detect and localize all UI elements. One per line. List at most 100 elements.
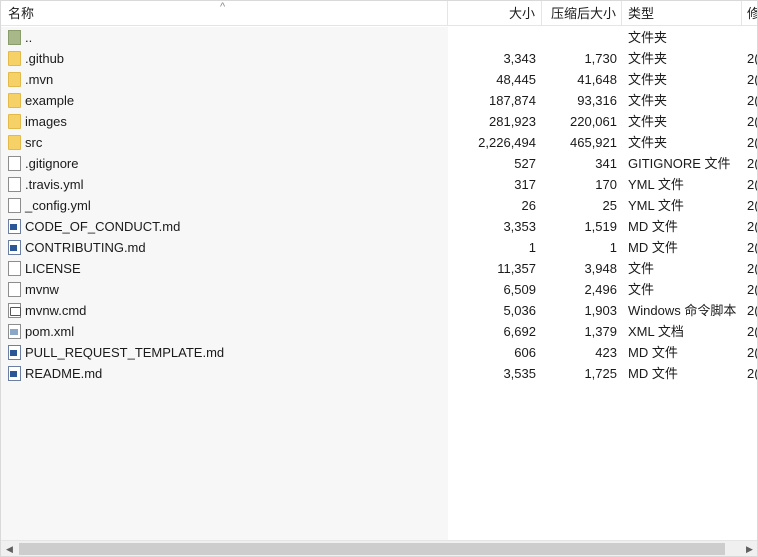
file-size: 3,353 [503, 219, 536, 234]
file-row[interactable]: .gitignore 527 341 GITIGNORE 文件 2( [1, 153, 758, 174]
file-row[interactable]: _config.yml 26 25 YML 文件 2( [1, 195, 758, 216]
scroll-left-icon[interactable]: ◀ [1, 541, 18, 556]
file-icon [8, 261, 21, 276]
file-row[interactable]: .. 文件夹 [1, 27, 757, 48]
file-modified: 2( [747, 72, 758, 87]
file-compressed-size: 220,061 [570, 114, 617, 129]
file-name: PULL_REQUEST_TEMPLATE.md [25, 345, 225, 360]
file-size: 48,445 [496, 72, 536, 87]
file-compressed-size: 1,725 [584, 366, 617, 381]
file-modified: 2( [747, 219, 758, 234]
file-type: 文件夹 [628, 72, 668, 87]
file-size: 11,357 [497, 261, 536, 276]
file-name: src [25, 135, 43, 150]
scrollbar-thumb[interactable] [19, 543, 725, 555]
file-row[interactable]: LICENSE 11,357 3,948 文件 2( [1, 258, 758, 279]
file-compressed-size: 1,379 [584, 324, 617, 339]
column-header-compressed-size[interactable]: 压缩后大小 [542, 1, 622, 26]
file-row[interactable]: .mvn 48,445 41,648 文件夹 2( [1, 69, 758, 90]
folder-icon [8, 51, 21, 66]
file-compressed-size: 1,730 [584, 51, 617, 66]
file-type: 文件夹 [628, 135, 668, 150]
file-name: .mvn [25, 72, 54, 87]
file-row[interactable]: images 281,923 220,061 文件夹 2( [1, 111, 757, 132]
file-name: example [25, 93, 75, 108]
file-row[interactable]: mvnw.cmd 5,036 1,903 Windows 命令脚本 2( [1, 300, 757, 321]
file-size: 6,692 [503, 324, 536, 339]
file-modified: 2( [747, 324, 758, 339]
file-compressed-size: 3,948 [584, 261, 617, 276]
file-type: XML 文档 [628, 324, 684, 339]
column-header-modified[interactable]: 修 [742, 1, 757, 26]
file-size: 527 [514, 156, 536, 171]
file-type: 文件 [628, 282, 655, 297]
column-header-size[interactable]: 大小 [448, 1, 542, 26]
file-compressed-size: 93,316 [577, 93, 617, 108]
file-modified: 2( [747, 177, 758, 192]
file-compressed-size: 465,921 [570, 135, 617, 150]
file-row[interactable]: pom.xml 6,692 1,379 XML 文档 2( [1, 321, 758, 342]
file-compressed-size: 25 [602, 198, 617, 213]
file-row[interactable]: example 187,874 93,316 文件夹 2( [1, 90, 757, 111]
file-row[interactable]: .github 3,343 1,730 文件夹 2( [1, 48, 757, 69]
file-size: 606 [514, 345, 536, 360]
doc-icon [8, 345, 21, 360]
file-size: 6,509 [503, 282, 536, 297]
file-size: 187,874 [489, 93, 536, 108]
file-modified: 2( [747, 366, 758, 381]
file-row[interactable]: CONTRIBUTING.md 1 1 MD 文件 2( [1, 237, 758, 258]
file-modified: 2( [747, 240, 758, 255]
file-size: 5,036 [503, 303, 536, 318]
file-compressed-size: 41,648 [577, 72, 617, 87]
file-row[interactable]: README.md 3,535 1,725 MD 文件 2( [1, 363, 758, 384]
file-name: CODE_OF_CONDUCT.md [25, 219, 181, 234]
file-row[interactable]: src 2,226,494 465,921 文件夹 2( [1, 132, 757, 153]
file-type: YML 文件 [628, 177, 684, 192]
file-name: .gitignore [25, 156, 79, 171]
file-name: .github [25, 51, 65, 66]
horizontal-scrollbar[interactable]: ◀ ▶ [1, 540, 757, 556]
file-list[interactable]: .. 文件夹 .github 3,343 1,730 文件夹 2(.mvn 48,445 41,… [1, 27, 758, 540]
file-compressed-size: 170 [595, 177, 617, 192]
file-row[interactable]: PULL_REQUEST_TEMPLATE.md 606 423 MD 文件 2( [1, 342, 757, 363]
folder-icon [8, 135, 21, 150]
file-name: images [25, 114, 67, 129]
file-row[interactable]: mvnw 6,509 2,496 文件 2( [1, 279, 757, 300]
column-header-type[interactable]: 类型 [622, 1, 742, 26]
file-compressed-size: 1 [609, 240, 617, 255]
file-modified: 2( [747, 261, 758, 276]
xml-icon [8, 324, 21, 339]
file-size: 3,343 [503, 51, 536, 66]
archive-file-list-window: 名称 ^ 大小 压缩后大小 类型 修 .. 文件夹 .github 3,343 1,730… [0, 0, 758, 557]
file-row[interactable]: CODE_OF_CONDUCT.md 3,353 1,519 MD 文件 2( [1, 216, 758, 237]
file-row[interactable]: .travis.yml 317 170 YML 文件 2( [1, 174, 758, 195]
file-type: MD 文件 [628, 219, 678, 234]
file-size: 26 [521, 198, 536, 213]
file-type: 文件夹 [628, 114, 668, 129]
file-type: MD 文件 [628, 240, 678, 255]
file-modified: 2( [747, 156, 758, 171]
file-size: 1 [528, 240, 536, 255]
folder-up-icon [8, 30, 21, 45]
file-compressed-size: 2,496 [584, 282, 617, 297]
file-icon [8, 282, 21, 297]
doc-icon [8, 219, 21, 234]
folder-icon [8, 72, 21, 87]
file-name: mvnw [25, 282, 59, 297]
file-size: 281,923 [489, 114, 536, 129]
column-header-name[interactable]: 名称 ^ [1, 1, 448, 26]
file-type: MD 文件 [628, 366, 678, 381]
file-size: 3,535 [503, 366, 536, 381]
file-modified: 2( [747, 198, 758, 213]
file-compressed-size: 1,903 [584, 303, 617, 318]
file-size: 317 [514, 177, 536, 192]
file-type: Windows 命令脚本 [628, 303, 737, 318]
file-name: .. [25, 30, 33, 45]
scroll-right-icon[interactable]: ▶ [741, 541, 757, 556]
file-type: YML 文件 [628, 198, 684, 213]
file-name: mvnw.cmd [25, 303, 87, 318]
file-size: 2,226,494 [478, 135, 536, 150]
file-name: pom.xml [25, 324, 75, 339]
file-name: CONTRIBUTING.md [25, 240, 146, 255]
file-type: 文件夹 [628, 93, 668, 108]
